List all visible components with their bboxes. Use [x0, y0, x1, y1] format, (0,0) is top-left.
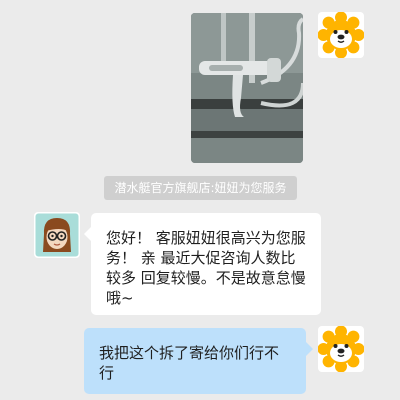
agent-message-bubble[interactable]: 您好！ 客服妞妞很高兴为您服务！ 亲 最近大促咨询人数比较多 回复较慢。不是故意… [84, 213, 321, 315]
service-agent-notice: 潜水艇官方旗舰店:妞妞为您服务 [104, 176, 297, 200]
lion-logo-icon [318, 326, 364, 372]
faucet-photo[interactable] [191, 13, 303, 163]
user-message-bubble[interactable]: 我把这个拆了寄给你们行不行 [84, 328, 313, 394]
user-avatar[interactable] [318, 12, 364, 58]
lion-logo-icon [318, 12, 364, 58]
user-avatar[interactable] [318, 326, 364, 372]
agent-avatar[interactable] [34, 212, 80, 258]
girl-glasses-avatar-icon [34, 212, 80, 258]
